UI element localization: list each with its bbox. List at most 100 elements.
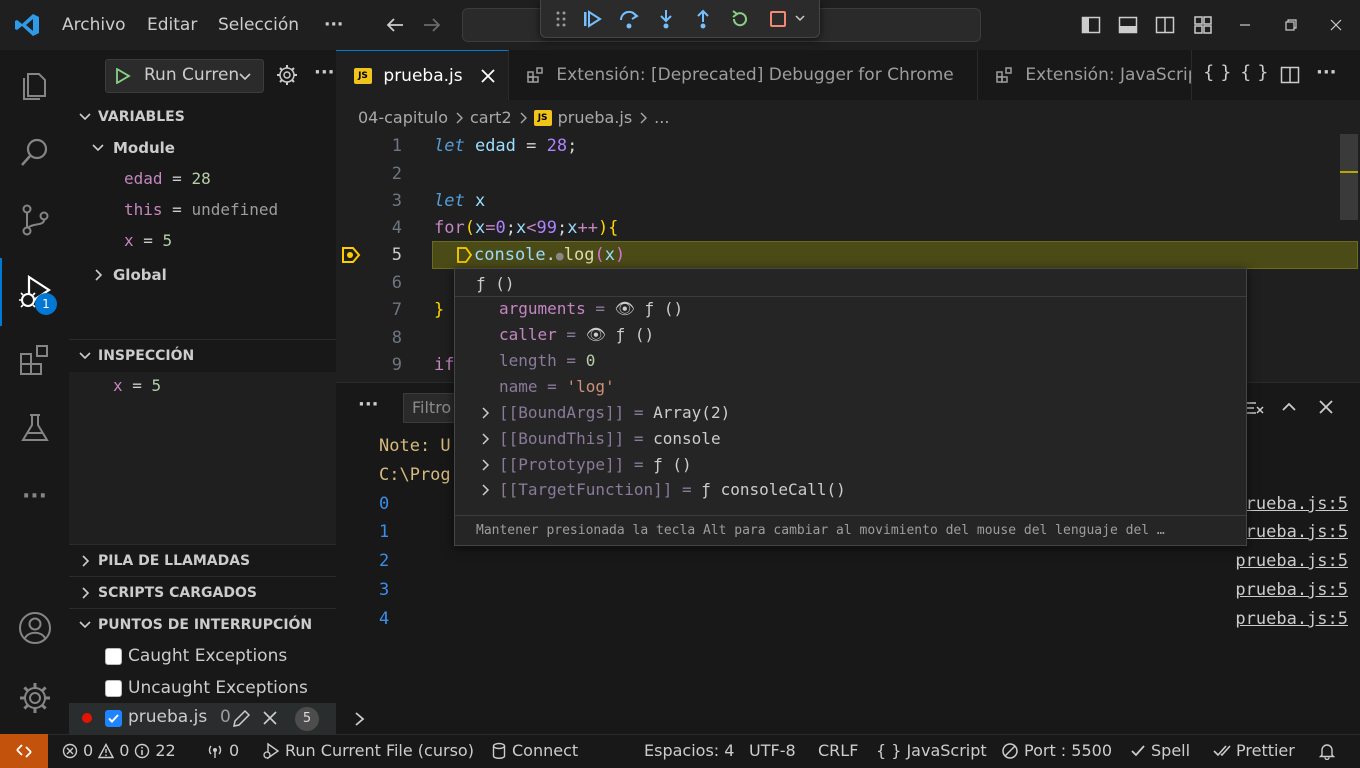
eol-status[interactable]: CRLF xyxy=(818,734,858,768)
remove-close-icon[interactable] xyxy=(263,711,277,725)
breakpoint-file-row[interactable]: prueba.js 0 5 xyxy=(69,703,336,734)
menu-more-button[interactable]: ··· xyxy=(324,0,343,50)
menu-seleccion[interactable]: Selección xyxy=(218,0,299,50)
checkbox[interactable] xyxy=(105,679,122,697)
search-icon[interactable] xyxy=(0,122,69,182)
hover-prop-arguments[interactable]: arguments = 👁 ƒ () xyxy=(499,296,683,322)
variables-title: VARIABLES xyxy=(98,109,185,125)
checkbox[interactable] xyxy=(105,647,122,665)
run-debug-icon[interactable] xyxy=(0,262,69,322)
more-views-icon[interactable]: ··· xyxy=(0,466,69,526)
problems-status[interactable]: 0 0 22 xyxy=(62,734,176,768)
step-over-icon[interactable] xyxy=(618,8,640,30)
variable-edad[interactable]: edad = 28 xyxy=(124,164,211,194)
code-line-5: console.●log(x) xyxy=(456,241,625,269)
restart-icon[interactable] xyxy=(729,8,751,30)
breadcrumb-folder[interactable]: cart2 xyxy=(470,102,512,134)
drag-handle-icon[interactable] xyxy=(555,10,567,28)
breakpoint-caught-exceptions[interactable]: Caught Exceptions xyxy=(105,640,287,672)
close-panel-icon[interactable] xyxy=(1318,399,1334,415)
console-prompt-chevron-icon[interactable] xyxy=(352,710,368,728)
source-link[interactable]: rueba.js:5 xyxy=(1246,490,1348,519)
module-scope[interactable]: Module xyxy=(69,132,336,164)
editor-more-icon[interactable]: ··· xyxy=(1316,62,1337,83)
chevron-down-icon[interactable] xyxy=(794,12,806,24)
close-window-icon[interactable] xyxy=(1314,0,1358,50)
panel-more-button[interactable]: ··· xyxy=(358,394,379,415)
breadcrumb-symbols[interactable]: ... xyxy=(654,102,669,134)
continue-icon[interactable] xyxy=(581,8,603,30)
source-link[interactable]: rueba.js:5 xyxy=(1246,518,1348,547)
customize-layout-icon[interactable] xyxy=(1181,0,1225,50)
split-editor-icon[interactable] xyxy=(1280,65,1300,85)
encoding-status[interactable]: UTF-8 xyxy=(749,734,796,768)
connect-status[interactable]: Connect xyxy=(491,734,578,768)
checkbox[interactable] xyxy=(105,710,122,727)
callstack-section-header[interactable]: PILA DE LLAMADAS xyxy=(69,544,336,576)
variable-x[interactable]: x = 5 xyxy=(124,226,172,256)
minimize-icon[interactable] xyxy=(1223,0,1267,50)
breadcrumb-folder[interactable]: 04-capitulo xyxy=(358,102,448,134)
source-link[interactable]: prueba.js:5 xyxy=(1235,547,1348,576)
explorer-icon[interactable] xyxy=(0,55,69,115)
hover-prop-length[interactable]: length = 0 xyxy=(499,348,595,374)
step-into-icon[interactable] xyxy=(655,8,677,30)
extensions-icon[interactable] xyxy=(0,330,69,390)
account-icon[interactable] xyxy=(0,598,69,658)
menu-archivo[interactable]: Archivo xyxy=(62,0,126,50)
warning-icon xyxy=(98,743,115,759)
breadcrumb-file[interactable]: prueba.js xyxy=(558,102,633,134)
testing-icon[interactable] xyxy=(0,398,69,458)
breakpoints-section-header[interactable]: PUNTOS DE INTERRUPCIÓN xyxy=(69,608,336,640)
watch-section-header[interactable]: INSPECCIÓN xyxy=(69,340,336,372)
hover-prop-prototype[interactable]: [[Prototype]] = ƒ () xyxy=(482,452,692,478)
tab-prueba-js[interactable]: JS prueba.js xyxy=(336,50,509,100)
variable-this[interactable]: this = undefined xyxy=(124,195,278,225)
source-link[interactable]: prueba.js:5 xyxy=(1235,605,1348,634)
maximize-panel-icon[interactable] xyxy=(1280,398,1298,416)
braces-icon[interactable]: { } xyxy=(1203,62,1232,83)
manage-gear-icon[interactable] xyxy=(0,668,69,728)
clear-console-icon[interactable] xyxy=(1244,398,1264,418)
editor-scrollbar[interactable] xyxy=(1340,134,1358,220)
step-out-icon[interactable] xyxy=(692,8,714,30)
close-tab-icon[interactable] xyxy=(481,69,495,83)
hover-prop-boundargs[interactable]: [[BoundArgs]] = Array(2) xyxy=(482,400,730,426)
tab-extension-debugger-chrome[interactable]: Extensión: [Deprecated] Debugger for Chr… xyxy=(509,50,978,100)
forward-arrow-icon[interactable] xyxy=(422,15,442,35)
debug-stackframe-icon[interactable] xyxy=(341,246,361,264)
menu-editar[interactable]: Editar xyxy=(147,0,197,50)
hover-prop-boundthis[interactable]: [[BoundThis]] = console xyxy=(482,426,721,452)
sidebar-more-button[interactable]: ··· xyxy=(314,62,335,83)
ports-status[interactable]: 0 xyxy=(206,734,239,768)
hover-prop-name[interactable]: name = 'log' xyxy=(499,374,615,400)
line-number: 1 xyxy=(391,136,402,156)
braces-icon[interactable]: { } xyxy=(1240,62,1269,83)
hover-prop-targetfunction[interactable]: [[TargetFunction]] = ƒ consoleCall() xyxy=(482,477,846,503)
run-config-dropdown[interactable]: Run Curren xyxy=(105,59,264,93)
debug-settings-gear-icon[interactable] xyxy=(276,64,298,86)
scripts-section-header[interactable]: SCRIPTS CARGADOS xyxy=(69,576,336,608)
line-number: 9 xyxy=(391,355,402,375)
source-control-icon[interactable] xyxy=(0,190,69,250)
hover-prop-caller[interactable]: caller = 👁 ƒ () xyxy=(499,322,654,348)
run-status[interactable]: Run Current File (curso) xyxy=(262,734,474,768)
indentation-status[interactable]: Espacios: 4 xyxy=(644,734,734,768)
notifications-bell-icon[interactable] xyxy=(1318,734,1336,768)
edit-pencil-icon[interactable] xyxy=(231,709,251,729)
source-link[interactable]: prueba.js:5 xyxy=(1235,576,1348,605)
watch-item-x[interactable]: x = 5 xyxy=(113,371,161,401)
language-status[interactable]: { } JavaScript xyxy=(876,734,987,768)
global-scope[interactable]: Global xyxy=(69,259,336,291)
tab-extension-javascript[interactable]: Extensión: JavaScript xyxy=(978,50,1192,100)
live-server-status[interactable]: Port : 5500 xyxy=(1001,734,1112,768)
prettier-status[interactable]: Prettier xyxy=(1213,734,1295,768)
restore-icon[interactable] xyxy=(1269,0,1313,50)
stop-icon[interactable] xyxy=(767,8,789,30)
breakpoint-uncaught-exceptions[interactable]: Uncaught Exceptions xyxy=(105,672,308,704)
variables-section-header[interactable]: VARIABLES xyxy=(69,101,336,133)
spell-status[interactable]: Spell xyxy=(1130,734,1190,768)
back-arrow-icon[interactable] xyxy=(385,15,405,35)
remote-indicator[interactable] xyxy=(0,734,48,768)
database-icon xyxy=(492,742,506,759)
